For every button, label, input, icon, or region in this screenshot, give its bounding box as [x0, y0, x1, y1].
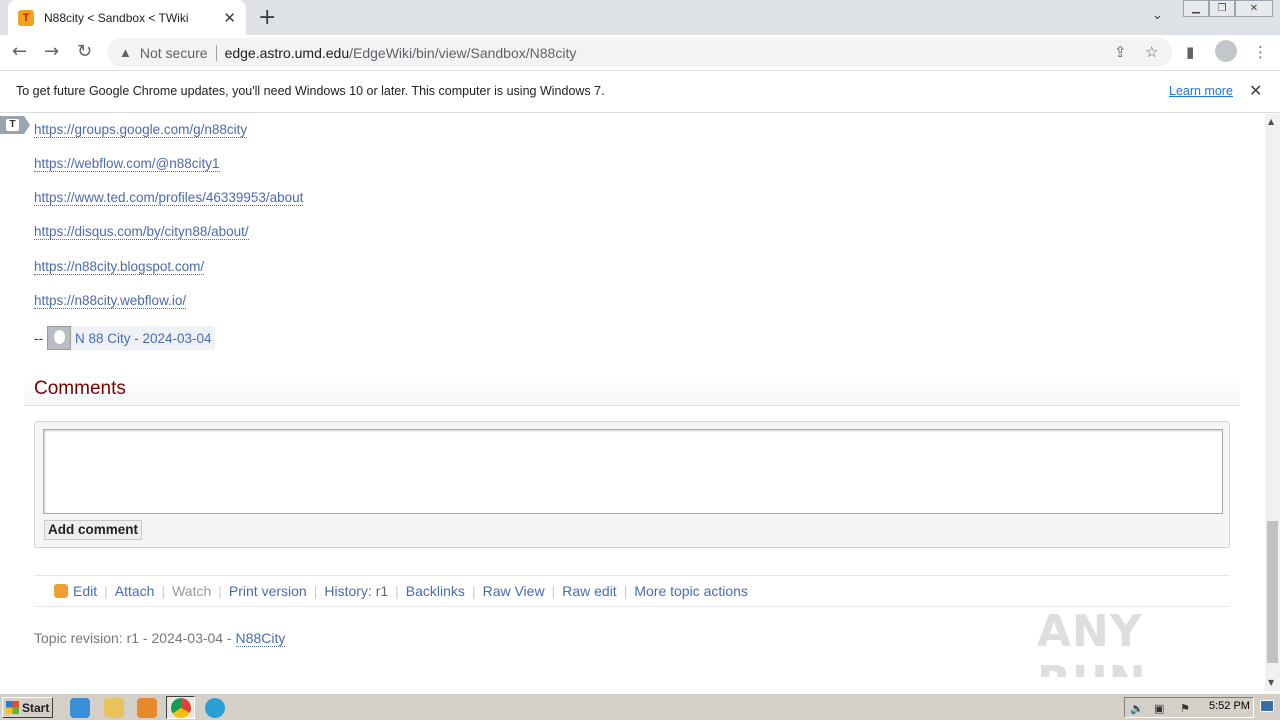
start-button[interactable]: Start: [2, 697, 53, 718]
infobar-close-icon[interactable]: ✕: [1249, 81, 1262, 101]
profile-link-blogspot[interactable]: https://n88city.blogspot.com/: [34, 259, 205, 275]
minimize-icon[interactable]: ▁: [1183, 0, 1209, 17]
vertical-scrollbar[interactable]: ▲ ▼: [1265, 114, 1280, 691]
media-player-icon[interactable]: [137, 698, 157, 718]
action-separator: |: [623, 583, 628, 599]
action-separator: |: [161, 583, 166, 599]
raw-view-link[interactable]: Raw View: [483, 583, 545, 599]
watch-link[interactable]: Watch: [172, 583, 211, 599]
windows-taskbar: Start 🔈 ▣ ⚑ 5:52 PM: [0, 693, 1280, 720]
profile-link-google-groups[interactable]: https://groups.google.com/g/n88city: [34, 122, 248, 138]
side-panel-icon[interactable]: ▮: [1186, 43, 1194, 61]
learn-more-link[interactable]: Learn more: [1169, 84, 1233, 98]
warning-triangle-icon: ▲: [119, 45, 132, 60]
comments-heading: Comments: [34, 378, 126, 399]
signature: -- N 88 City - 2024-03-04: [34, 326, 215, 350]
comment-textarea[interactable]: [43, 429, 1223, 514]
anyrun-watermark: ANY RUN: [1037, 606, 1145, 677]
tab-search-chevron-down-icon[interactable]: ⌄: [1152, 8, 1163, 23]
add-comment-button[interactable]: Add comment: [44, 520, 143, 540]
twiki-logo-badge[interactable]: T: [0, 116, 30, 134]
history-label: History:: [324, 583, 372, 599]
comments-section-header: Comments: [24, 374, 1240, 406]
menu-kebab-icon[interactable]: ⋮: [1253, 43, 1268, 61]
tab-title: N88city < Sandbox < TWiki: [44, 10, 189, 25]
omnibox-divider: [215, 44, 217, 61]
file-explorer-icon[interactable]: [104, 698, 124, 718]
not-secure-label: Not secure: [139, 44, 208, 61]
network-icon[interactable]: ▣: [1154, 702, 1164, 715]
address-bar[interactable]: ▲ Not secure edge.astro.umd.edu/EdgeWiki…: [107, 38, 1172, 67]
infobar-text: To get future Google Chrome updates, you…: [16, 84, 605, 98]
signature-user-box[interactable]: N 88 City - 2024-03-04: [47, 326, 215, 350]
url-path: /EdgeWiki/bin/view/Sandbox/N88city: [349, 44, 577, 61]
print-version-link[interactable]: Print version: [229, 583, 307, 599]
signature-user-link[interactable]: N 88 City - 2024-03-04: [75, 331, 212, 346]
action-separator: |: [218, 583, 222, 599]
user-avatar-icon: [47, 326, 71, 350]
profile-link-webflow-io[interactable]: https://n88city.webflow.io/: [34, 293, 187, 309]
new-tab-plus-icon[interactable]: +: [258, 5, 276, 30]
backlinks-link[interactable]: Backlinks: [406, 583, 465, 599]
revision-info: Topic revision: r1 - 2024-03-04 - N88Cit…: [34, 630, 286, 647]
profile-link-disqus[interactable]: https://disqus.com/by/cityn88/about/: [34, 224, 249, 240]
attach-link[interactable]: Attach: [115, 583, 155, 599]
action-separator: |: [104, 583, 108, 599]
action-separator: |: [551, 583, 556, 599]
revision-author-link[interactable]: N88City: [235, 630, 286, 647]
show-desktop-icon[interactable]: [1260, 700, 1274, 712]
page-content: T https://groups.google.com/g/n88city ht…: [0, 114, 1265, 677]
action-separator: |: [395, 583, 399, 599]
scroll-up-arrow-icon[interactable]: ▲: [1268, 117, 1274, 126]
scroll-down-arrow-icon[interactable]: ▼: [1268, 678, 1274, 687]
chrome-icon: [171, 698, 191, 718]
action-center-flag-icon[interactable]: ⚑: [1180, 702, 1190, 715]
profile-avatar-icon[interactable]: [1215, 40, 1237, 62]
comment-form: Add comment: [34, 421, 1230, 548]
share-icon[interactable]: ⇪: [1114, 43, 1127, 61]
start-label: Start: [22, 700, 50, 715]
signature-dash: --: [34, 330, 43, 346]
tab-close-icon[interactable]: ✕: [223, 9, 236, 27]
profile-link-ted[interactable]: https://www.ted.com/profiles/46339953/ab…: [34, 190, 304, 206]
raw-edit-link[interactable]: Raw edit: [562, 583, 616, 599]
back-arrow-icon[interactable]: ←: [12, 41, 27, 62]
scrollbar-thumb[interactable]: [1267, 521, 1278, 663]
edit-pencil-icon: [54, 584, 68, 598]
more-topic-actions-link[interactable]: More topic actions: [634, 583, 748, 599]
forward-arrow-icon[interactable]: →: [44, 41, 59, 62]
internet-explorer-icon[interactable]: [70, 698, 90, 718]
windows-flag-icon: [6, 701, 19, 714]
history-revision: r1: [375, 583, 389, 599]
history-link[interactable]: History: r1: [324, 583, 388, 599]
bookmark-star-icon[interactable]: ☆: [1145, 43, 1158, 61]
tab-strip: T N88city < Sandbox < TWiki ✕ + ⌄ ▁ ❐ ✕: [0, 0, 1280, 35]
edit-link[interactable]: Edit: [73, 583, 97, 599]
twiki-favicon-icon: T: [18, 9, 34, 26]
profile-link-webflow[interactable]: https://webflow.com/@n88city1: [34, 156, 220, 172]
browser-toolbar: ← → ↻ ▲ Not secure edge.astro.umd.edu/Ed…: [0, 35, 1280, 71]
restore-icon[interactable]: ❐: [1209, 0, 1235, 17]
update-infobar: To get future Google Chrome updates, you…: [0, 71, 1280, 113]
edge-icon[interactable]: [205, 698, 225, 718]
revision-text: Topic revision: r1 - 2024-03-04 -: [34, 630, 232, 646]
clock[interactable]: 5:52 PM: [1209, 700, 1250, 712]
browser-tab[interactable]: T N88city < Sandbox < TWiki ✕: [8, 0, 246, 35]
action-separator: |: [313, 583, 318, 599]
topic-actions-bar: Edit | Attach | Watch | Print version | …: [34, 575, 1230, 607]
reload-icon[interactable]: ↻: [77, 41, 92, 62]
action-separator: |: [471, 583, 476, 599]
window-close-icon[interactable]: ✕: [1235, 0, 1273, 17]
twiki-badge-letter: T: [6, 119, 19, 131]
url-host: edge.astro.umd.edu: [224, 44, 350, 61]
volume-icon[interactable]: 🔈: [1130, 702, 1144, 715]
